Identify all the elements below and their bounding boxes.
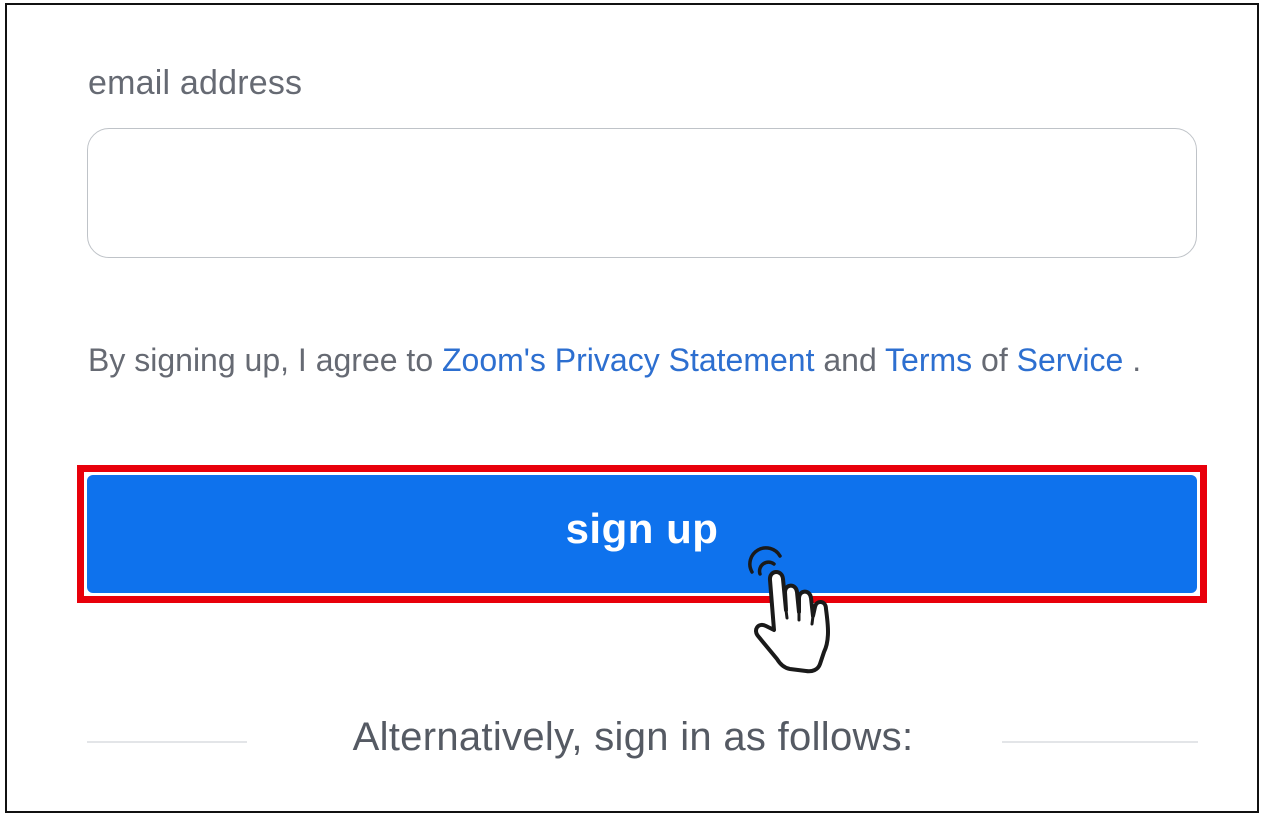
highlight-box <box>77 465 1207 603</box>
terms-suffix: . <box>1123 342 1142 378</box>
pointing-hand-icon <box>748 546 830 674</box>
content-frame <box>5 3 1259 813</box>
alternative-sign-in-label: Alternatively, sign in as follows: <box>352 715 914 759</box>
service-link[interactable]: Service <box>1017 342 1124 378</box>
terms-prefix: By signing up, I agree to <box>88 342 442 378</box>
terms-text: By signing up, I agree to Zoom's Privacy… <box>88 336 1208 384</box>
email-field[interactable] <box>87 128 1197 258</box>
terms-of: of <box>972 342 1017 378</box>
terms-middle: and <box>814 342 886 378</box>
privacy-statement-link[interactable]: Zoom's Privacy Statement <box>442 342 814 378</box>
email-label: email address <box>88 64 303 102</box>
terms-link[interactable]: Terms <box>885 342 972 378</box>
